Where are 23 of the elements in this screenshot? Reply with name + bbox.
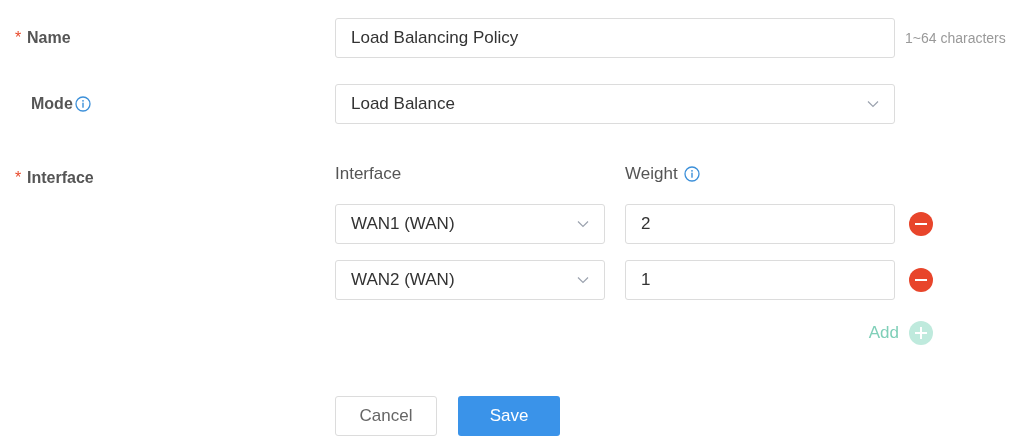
interface-select[interactable]: WAN1 (WAN) — [335, 204, 605, 244]
chevron-down-icon — [867, 100, 879, 108]
plus-icon — [909, 320, 933, 345]
interface-select[interactable]: WAN2 (WAN) — [335, 260, 605, 300]
weight-input[interactable]: 1 — [625, 260, 895, 300]
hint-text: 1~64 characters — [905, 28, 1006, 48]
chevron-down-icon — [577, 220, 589, 228]
field-label: Name — [27, 28, 71, 48]
field-label: Mode — [30, 94, 73, 114]
mode-select[interactable]: Load Balance — [335, 84, 895, 124]
required-asterisk: * — [15, 28, 23, 48]
cancel-button[interactable]: Cancel — [335, 395, 437, 436]
column-header: Weight — [625, 163, 678, 186]
field-label: Interface — [27, 168, 94, 188]
required-asterisk: * — [15, 168, 23, 188]
info-icon[interactable] — [74, 96, 91, 112]
remove-icon[interactable] — [909, 212, 933, 236]
column-header: Interface — [335, 163, 403, 186]
weight-input[interactable]: 2 — [625, 204, 895, 244]
remove-icon[interactable] — [909, 268, 933, 292]
chevron-down-icon — [577, 276, 589, 284]
info-icon[interactable] — [683, 166, 700, 182]
name-input[interactable]: Load Balancing Policy — [335, 18, 895, 58]
